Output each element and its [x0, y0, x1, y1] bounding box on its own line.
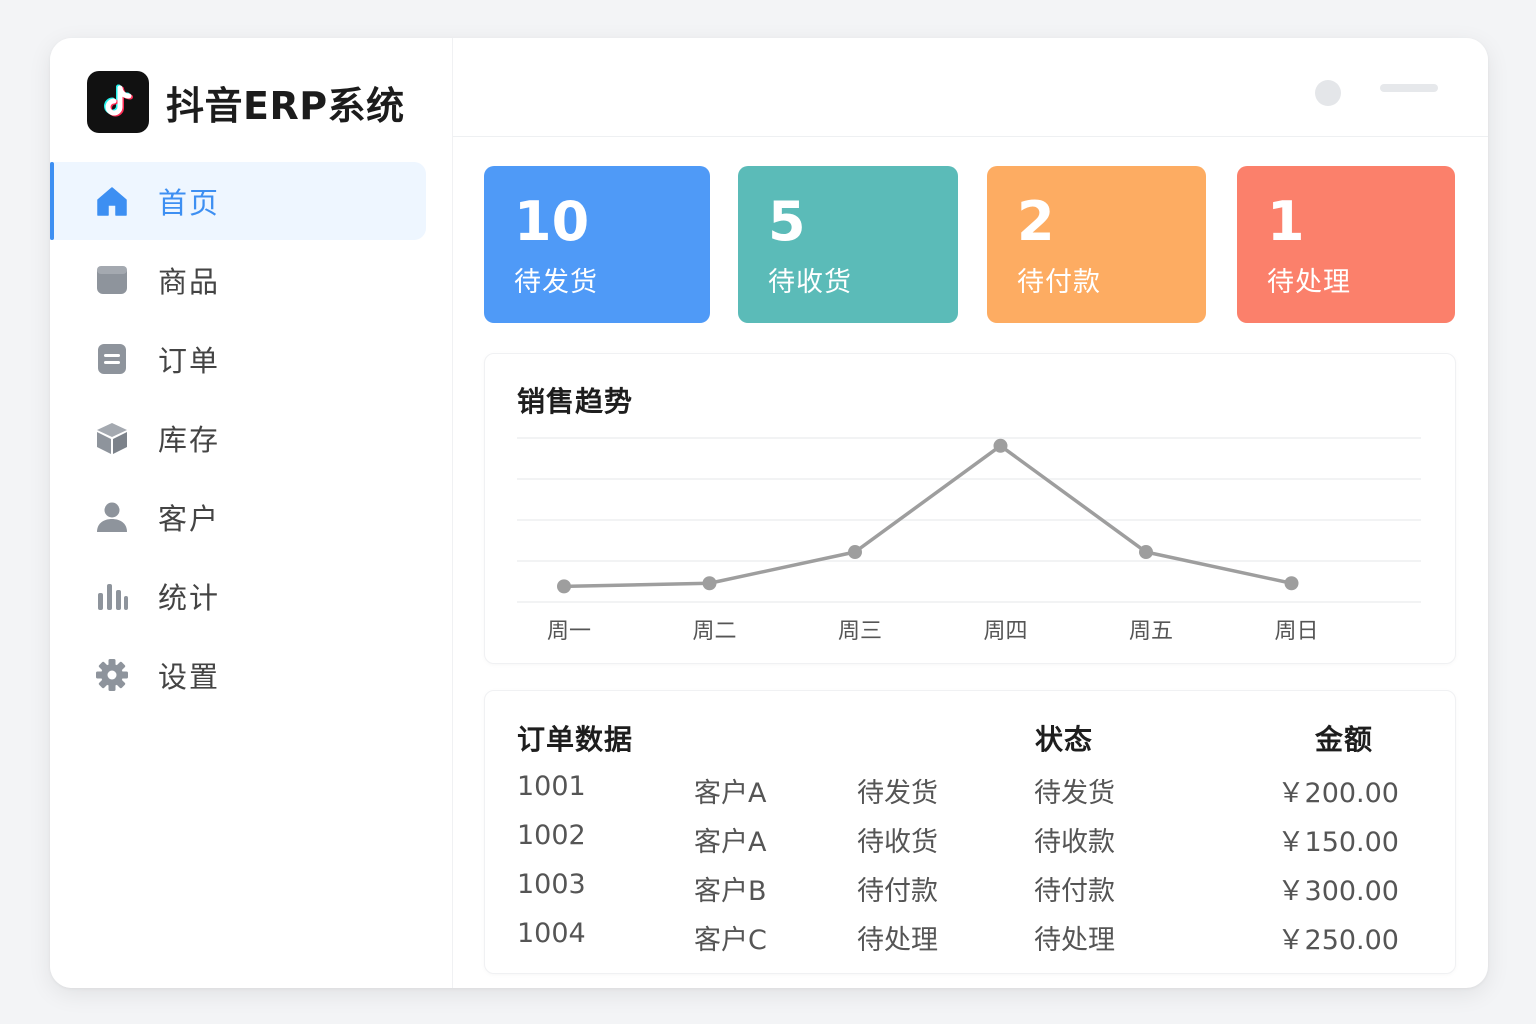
column-header-status: 状态: [1035, 723, 1094, 756]
sales-line-chart: 周一 周二 周三 周四 周五 周日: [517, 437, 1421, 644]
sales-trend-panel: 销售趋势 周一 周二 周三 周四 周五 周日: [484, 353, 1456, 664]
sidebar-item-customers[interactable]: 客户: [50, 478, 426, 556]
stat-label: 待收货: [768, 267, 852, 298]
order-status: 待处理: [1034, 925, 1115, 956]
sidebar-item-label: 商品: [158, 265, 221, 299]
bar-chart-icon: [94, 578, 130, 614]
top-bar: [453, 38, 1488, 137]
table-row[interactable]: 1002 客户A 待收货 待收款 ￥150.00: [485, 820, 1455, 868]
sidebar-nav: 首页 商品 订单 库存 客户 统计 设置: [50, 162, 452, 715]
tiktok-note-icon: [87, 71, 149, 133]
order-customer: 客户A: [694, 778, 767, 809]
order-status: 待发货: [1034, 778, 1115, 809]
order-amount: ￥200.00: [1277, 778, 1399, 809]
table-row[interactable]: 1003 客户B 待付款 待付款 ￥300.00: [485, 869, 1455, 917]
sidebar-item-label: 库存: [158, 423, 221, 457]
order-amount: ￥250.00: [1277, 925, 1399, 956]
sidebar-item-inventory[interactable]: 库存: [50, 399, 426, 477]
stat-label: 待处理: [1267, 267, 1351, 298]
x-tick-label: 周三: [838, 619, 882, 644]
stat-value: 5: [768, 190, 806, 253]
table-row[interactable]: 1004 客户C 待处理 待处理 ￥250.00: [485, 918, 1455, 966]
app-window: 抖音ERP系统 首页 商品 订单 库存 客户 统计 设置 10 待发货 5 待收…: [50, 38, 1488, 988]
sidebar-item-settings[interactable]: 设置: [50, 636, 426, 714]
order-amount: ￥300.00: [1277, 876, 1399, 907]
stat-value: 2: [1017, 190, 1055, 253]
sidebar-item-orders[interactable]: 订单: [50, 320, 426, 398]
order-stage: 待付款: [857, 876, 938, 907]
data-point-2[interactable]: [848, 545, 862, 560]
order-id: 1003: [517, 869, 586, 900]
column-header-amount: 金额: [1315, 723, 1374, 756]
stat-label: 待发货: [514, 267, 598, 298]
avatar[interactable]: [1315, 80, 1341, 106]
stat-card-pending-receipt[interactable]: 5 待收货: [738, 166, 958, 323]
order-customer: 客户B: [694, 876, 767, 907]
x-tick-label: 周日: [1274, 619, 1318, 644]
sidebar-item-label: 设置: [158, 660, 221, 694]
box-square-icon: [94, 262, 130, 298]
data-point-0[interactable]: [557, 579, 571, 594]
sidebar-item-home[interactable]: 首页: [50, 162, 426, 240]
app-brand[interactable]: 抖音ERP系统: [87, 71, 405, 133]
order-amount: ￥150.00: [1277, 827, 1399, 858]
order-id: 1002: [517, 820, 586, 851]
stat-value: 10: [514, 190, 590, 253]
sidebar-item-products[interactable]: 商品: [50, 241, 426, 319]
sidebar-item-label: 客户: [158, 502, 221, 536]
sidebar-item-statistics[interactable]: 统计: [50, 557, 426, 635]
order-status: 待付款: [1034, 876, 1115, 907]
app-title: 抖音ERP系统: [166, 83, 405, 128]
menu-placeholder[interactable]: [1380, 84, 1438, 92]
user-icon: [94, 499, 130, 535]
order-stage: 待处理: [857, 925, 938, 956]
home-icon: [94, 183, 130, 219]
x-tick-label: 周五: [1129, 619, 1173, 644]
sidebar-item-label: 首页: [158, 186, 221, 220]
stat-card-pending-shipment[interactable]: 10 待发货: [484, 166, 710, 323]
data-point-3[interactable]: [993, 438, 1008, 453]
sidebar-item-label: 统计: [158, 581, 221, 615]
document-icon: [94, 341, 130, 377]
series-line: [563, 444, 1292, 589]
table-row[interactable]: 1001 客户A 待发货 待发货 ￥200.00: [485, 771, 1455, 819]
panel-title: 订单数据: [517, 723, 634, 756]
x-tick-label: 周二: [692, 619, 736, 644]
orders-panel: 订单数据 状态 金额 1001 客户A 待发货 待发货 ￥200.00 1002…: [484, 690, 1456, 974]
data-point-4[interactable]: [1139, 545, 1153, 560]
order-stage: 待发货: [857, 778, 938, 809]
data-point-5[interactable]: [1284, 576, 1299, 591]
stat-value: 1: [1267, 190, 1305, 253]
cube-icon: [94, 420, 130, 456]
data-point-1[interactable]: [702, 576, 717, 591]
order-stage: 待收货: [857, 827, 938, 858]
order-status: 待收款: [1034, 827, 1115, 858]
gear-icon: [94, 657, 130, 693]
x-tick-label: 周四: [983, 619, 1027, 644]
x-tick-label: 周一: [547, 619, 591, 644]
order-customer: 客户C: [694, 925, 767, 956]
stat-card-pending-payment[interactable]: 2 待付款: [987, 166, 1206, 323]
sidebar-item-label: 订单: [158, 344, 221, 378]
order-id: 1001: [517, 771, 586, 802]
order-customer: 客户A: [694, 827, 767, 858]
order-id: 1004: [517, 918, 586, 949]
stat-label: 待付款: [1017, 267, 1101, 298]
stat-card-pending-processing[interactable]: 1 待处理: [1237, 166, 1455, 323]
sidebar: 抖音ERP系统 首页 商品 订单 库存 客户 统计 设置: [50, 38, 453, 988]
